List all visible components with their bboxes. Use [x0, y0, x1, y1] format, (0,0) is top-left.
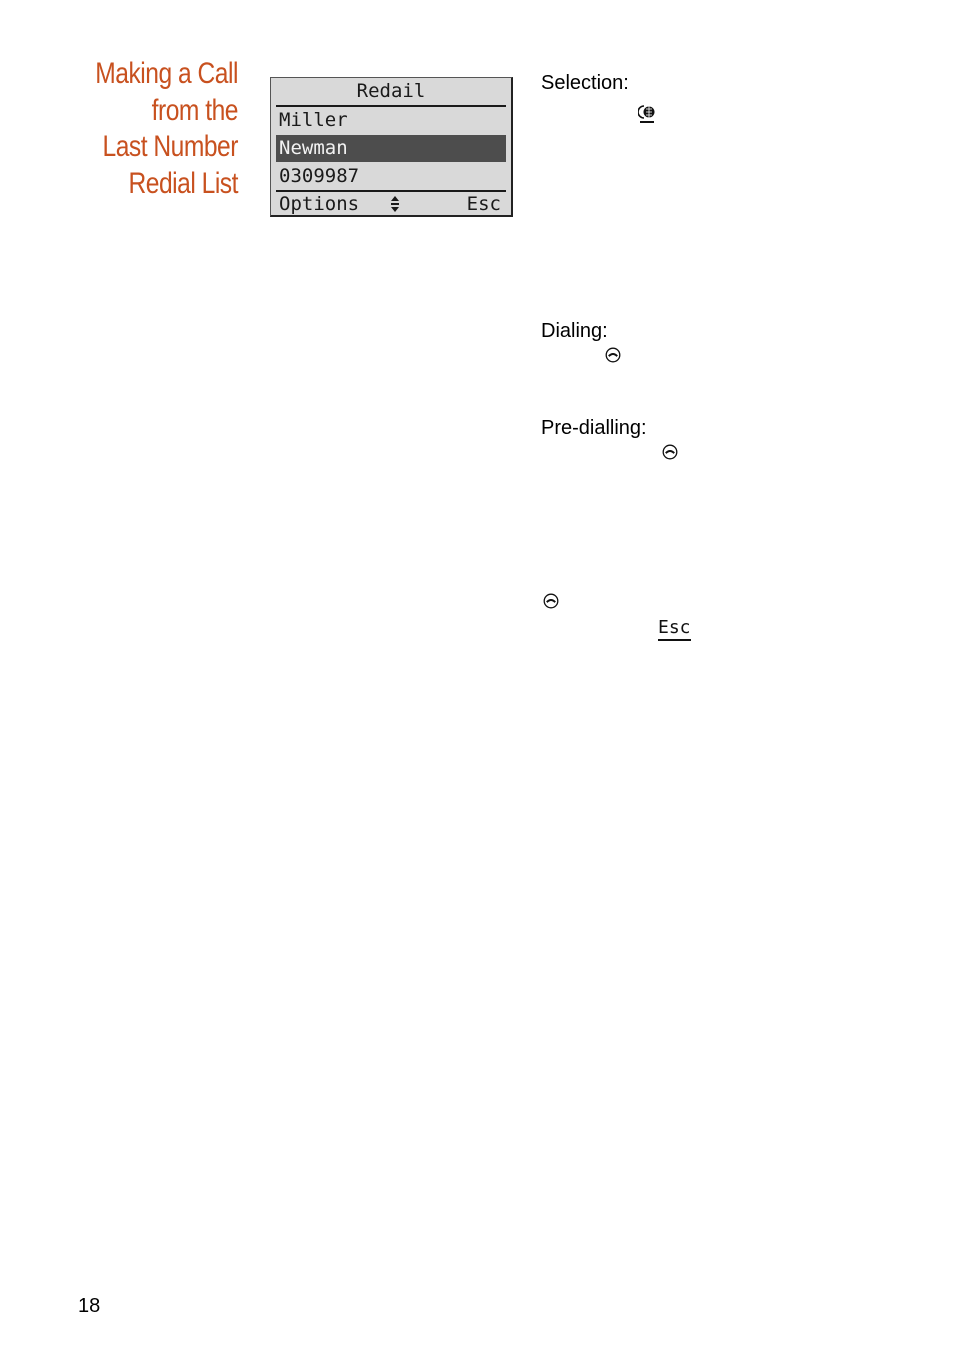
redial-key-icon — [638, 105, 655, 123]
section-title-line-4: Redial List — [128, 166, 239, 200]
redial-list-item[interactable]: Miller — [276, 107, 506, 134]
handset-key-icon — [662, 444, 678, 460]
esc-softkey-label: Esc — [658, 617, 691, 641]
pre-dialling-heading: Pre-dialling: — [541, 417, 647, 439]
handset-key-icon — [543, 593, 559, 609]
up-down-arrows-icon — [391, 196, 399, 212]
dialing-heading: Dialing: — [541, 320, 608, 342]
options-softkey[interactable]: Options — [279, 192, 359, 217]
handset-key-icon — [605, 347, 621, 363]
selection-heading: Selection: — [541, 72, 629, 94]
display-title: Redail — [276, 78, 506, 107]
page-number: 18 — [78, 1295, 101, 1317]
phone-display: Redail Miller Newman 0309987 Options Esc — [270, 77, 513, 217]
redial-list-item[interactable]: 0309987 — [276, 163, 506, 190]
display-softkey-bar: Options Esc — [276, 190, 506, 215]
redial-list-item-selected[interactable]: Newman — [276, 135, 506, 162]
section-title-line-3: Last Number — [102, 130, 239, 163]
section-title-line-1: Making a Call — [95, 57, 238, 90]
section-title: Making a Call from the Last Number Redia… — [95, 56, 238, 202]
section-title-line-2: from the — [151, 93, 239, 127]
esc-softkey[interactable]: Esc — [467, 192, 501, 217]
